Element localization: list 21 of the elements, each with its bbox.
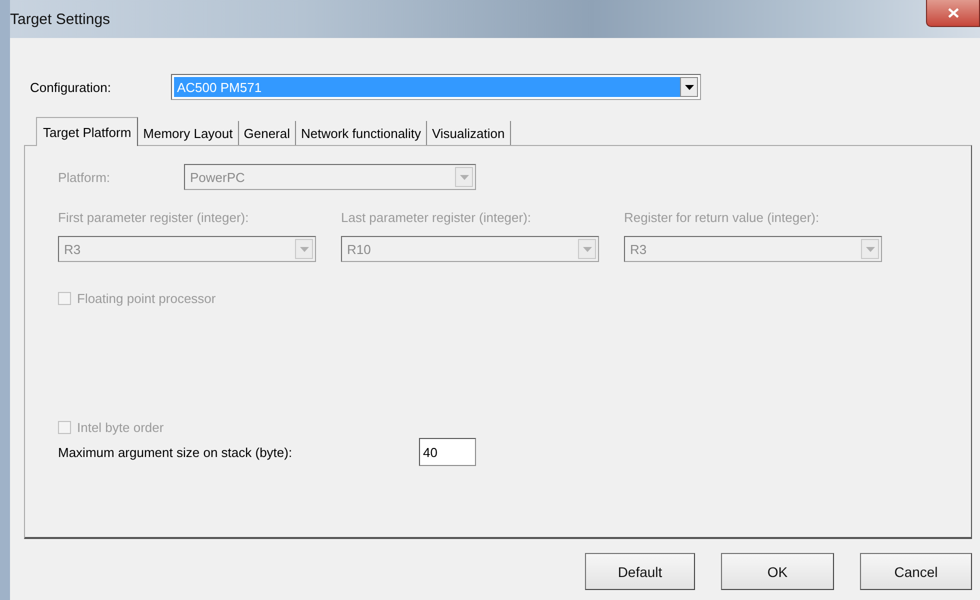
checkbox-label: Floating point processor xyxy=(77,291,216,306)
checkbox-label: Intel byte order xyxy=(77,420,164,435)
field-label: Configuration: xyxy=(29,80,112,94)
input-field[interactable]: 40 xyxy=(419,438,476,466)
field-label: Maximum argument size on stack (byte): xyxy=(58,444,294,460)
field-label: Register for return value (integer): xyxy=(624,210,820,225)
window-title: Target Settings xyxy=(10,10,110,28)
dropdown-value: R3 xyxy=(629,240,648,258)
dialog-button[interactable]: OK xyxy=(721,553,834,590)
field-label: First parameter register (integer): xyxy=(58,210,250,225)
tab[interactable]: Target Platform xyxy=(36,117,138,146)
dialog-button[interactable]: Default xyxy=(585,553,695,590)
dropdown-value: R10 xyxy=(346,240,372,258)
close-button[interactable] xyxy=(926,0,980,26)
dropdown-value: AC500 PM571 xyxy=(174,77,680,97)
dropdown-value: R3 xyxy=(63,240,82,258)
dialog-button[interactable]: Cancel xyxy=(860,553,972,590)
close-icon xyxy=(948,8,958,18)
field-label: Platform: xyxy=(58,170,112,184)
dropdown-value: PowerPC xyxy=(189,168,246,186)
field-label: Last parameter register (integer): xyxy=(341,210,532,225)
